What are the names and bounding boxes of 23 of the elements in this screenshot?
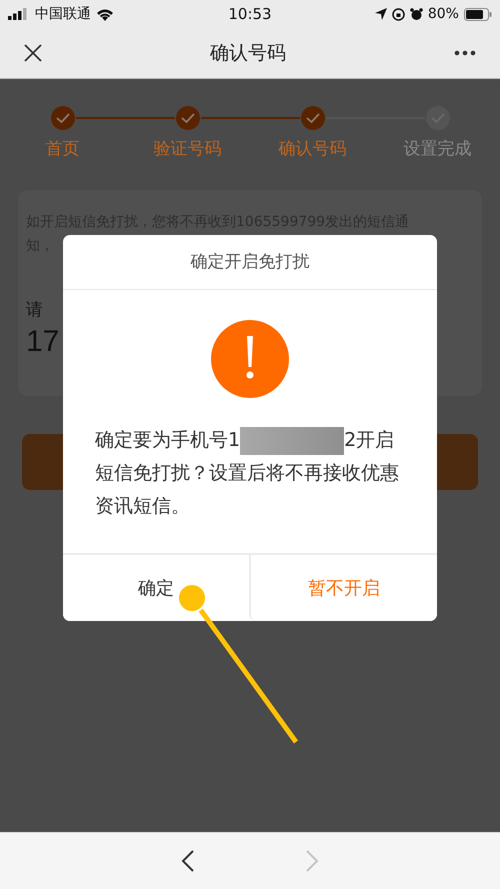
- dialog-message: 2开启: [344, 428, 394, 453]
- close-icon[interactable]: [24, 44, 42, 62]
- battery-icon: [464, 8, 492, 20]
- phone-label: 请: [26, 299, 43, 321]
- alarm-icon: [410, 8, 423, 20]
- wifi-icon: [96, 8, 114, 20]
- step-label: 设置完成: [404, 138, 472, 160]
- dialog-title: 确定开启免打扰: [63, 235, 437, 290]
- rotation-lock-icon: [392, 8, 405, 20]
- page-title: 确认号码: [210, 41, 286, 66]
- carrier-name: 中国联通: [35, 5, 91, 23]
- step-label: 确认号码: [278, 138, 346, 160]
- battery-percent: 80%: [428, 6, 459, 22]
- back-icon[interactable]: [181, 850, 195, 872]
- step-label: 首页: [46, 138, 80, 160]
- warning-icon: [211, 320, 289, 398]
- dialog-message: 短信免打扰？设置后将不再接收优惠资讯短信。: [95, 461, 400, 519]
- location-icon: [374, 8, 387, 20]
- status-time: 10:53: [228, 5, 272, 23]
- dialog-message: 确定要为手机号1: [95, 428, 240, 453]
- phone-number: 17: [26, 325, 60, 359]
- step-label: 验证号码: [154, 138, 222, 160]
- more-icon[interactable]: [454, 50, 476, 56]
